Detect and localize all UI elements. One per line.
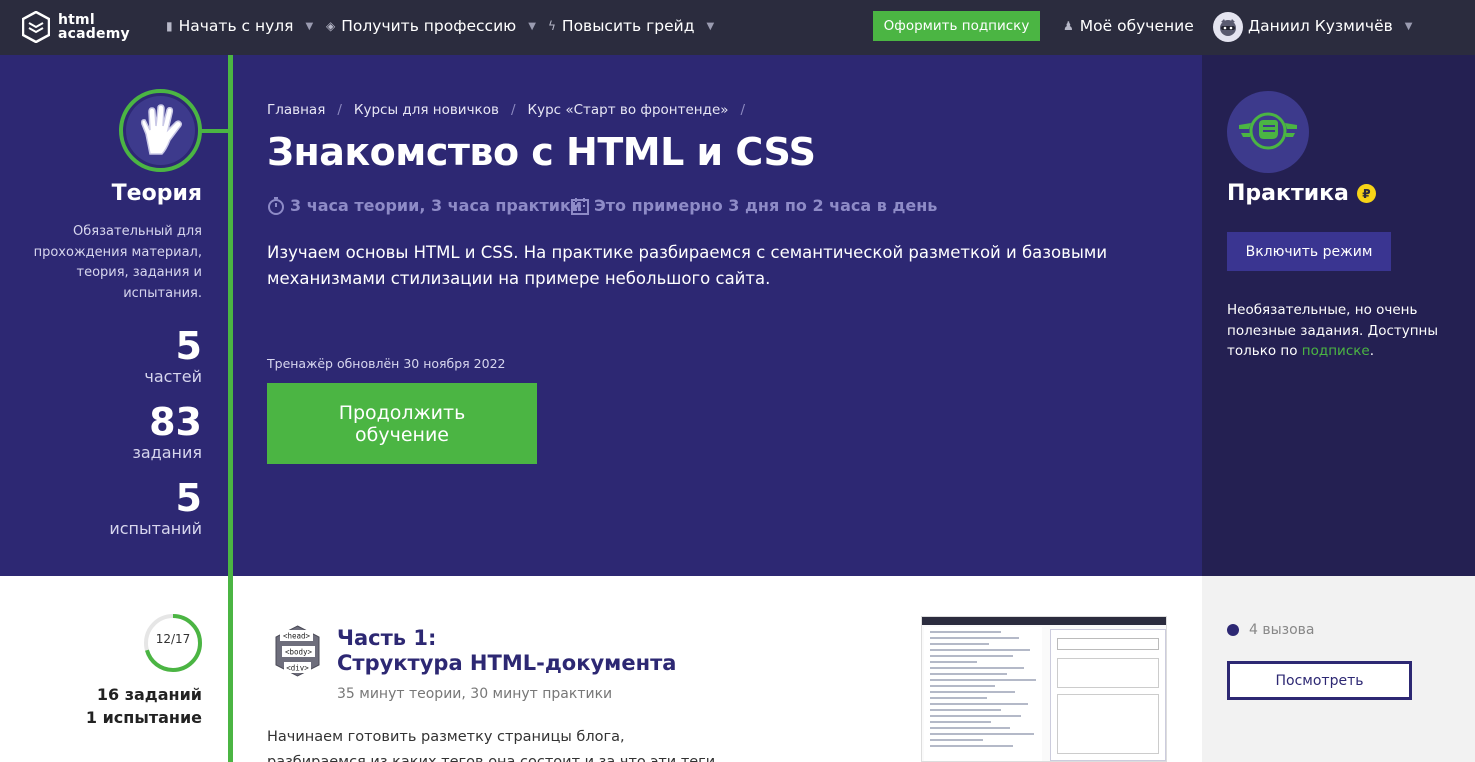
- theory-description: Обязательный для прохождения материал, т…: [33, 224, 202, 301]
- top-navigation: html academy ▮ Начать с нуля ▼ ◈ Получит…: [0, 0, 1475, 55]
- part-duration: 35 минут теории, 30 минут практики: [337, 686, 613, 702]
- part-title-line2: Структура HTML-документа: [337, 651, 677, 675]
- timer-icon: [268, 196, 284, 215]
- user-name: Даниил Кузмичёв: [1248, 17, 1393, 35]
- practice-badge: [1227, 91, 1309, 173]
- logo-icon: [22, 11, 50, 43]
- part-challenges: 4 вызова: [1227, 622, 1315, 638]
- icon-tag-body: <body>: [285, 648, 313, 657]
- practice-description-end: .: [1369, 343, 1374, 359]
- nav-upgrade-grade[interactable]: ϟ Повысить грейд ▼: [548, 17, 714, 35]
- challenge-dot-icon: [1227, 624, 1239, 636]
- calendar-icon: [571, 197, 589, 215]
- badge-connector: [200, 129, 230, 133]
- my-learning-label: Моё обучение: [1079, 17, 1194, 35]
- schedule-text: Это примерно 3 дня по 2 часа в день: [594, 196, 938, 215]
- subscription-link[interactable]: подписке: [1302, 343, 1370, 359]
- breadcrumb-home[interactable]: Главная: [267, 102, 325, 118]
- course-intro: Изучаем основы HTML и CSS. На практике р…: [267, 243, 1108, 288]
- part-stats: 16 заданий 1 испытание: [86, 683, 202, 729]
- nav-label: Начать с нуля: [178, 17, 294, 35]
- chevron-down-icon: ▼: [706, 20, 715, 32]
- user-menu[interactable]: Даниил Кузмичёв ▼: [1248, 17, 1412, 35]
- preview-code-editor: [924, 627, 1042, 761]
- parts-label: частей: [144, 367, 202, 386]
- course-duration: 3 часа теории, 3 часа практики: [267, 196, 582, 215]
- tasks-count: 83: [149, 400, 202, 444]
- progress-timeline: [228, 55, 233, 762]
- nav-label: Повысить грейд: [561, 17, 695, 35]
- updated-date: Тренажёр обновлён 30 ноября 2022: [267, 356, 506, 371]
- nav-get-profession[interactable]: ◈ Получить профессию ▼: [326, 17, 536, 35]
- trials-count: 5: [175, 476, 202, 520]
- fist-icon: [1239, 112, 1297, 150]
- lightning-icon: ϟ: [548, 19, 556, 33]
- raccoon-icon: [1220, 19, 1236, 36]
- parts-count: 5: [175, 324, 202, 368]
- part-progress-text: 12/17: [155, 632, 191, 646]
- icon-tag-head: <head>: [283, 632, 311, 641]
- subscribe-button[interactable]: Оформить подписку: [873, 11, 1040, 41]
- part-description: Начинаем готовить разметку страницы блог…: [267, 729, 716, 762]
- hand-icon: [140, 103, 182, 155]
- html-tags-icon: <head> <body> <div>: [275, 625, 320, 677]
- bar-chart-icon: ▮: [166, 19, 173, 33]
- icon-tag-div: <div>: [286, 664, 309, 673]
- preview-browser: [1050, 629, 1166, 761]
- people-icon: ♟: [1063, 19, 1074, 33]
- coin-icon: ₽: [1356, 184, 1376, 203]
- part-preview-image[interactable]: [921, 616, 1167, 762]
- chevron-down-icon: ▼: [1404, 20, 1413, 32]
- logo[interactable]: html academy: [22, 9, 132, 45]
- breadcrumb-separator: /: [337, 102, 342, 118]
- chevron-down-icon: ▼: [305, 20, 314, 32]
- breadcrumb-course[interactable]: Курс «Старт во фронтенде»: [528, 102, 729, 118]
- continue-learning-button[interactable]: Продолжить обучение: [267, 383, 537, 464]
- challenges-count: 4 вызова: [1249, 622, 1315, 638]
- theory-badge: [119, 89, 202, 172]
- breadcrumb-separator: /: [510, 102, 516, 118]
- tasks-label: задания: [132, 443, 202, 462]
- logo-text: html academy: [58, 12, 130, 42]
- page-title: Знакомство с HTML и CSS: [267, 130, 816, 174]
- breadcrumb: Главная / Курсы для новичков / Курс «Ста…: [267, 102, 757, 118]
- theory-title: Теория: [111, 181, 202, 206]
- nav-start-from-scratch[interactable]: ▮ Начать с нуля ▼: [166, 17, 313, 35]
- practice-title: Практика ₽: [1227, 181, 1376, 206]
- part-trials: 1 испытание: [85, 708, 202, 727]
- part-tasks: 16 заданий: [96, 685, 202, 704]
- practice-description: Необязательные, но очень полезные задани…: [1227, 300, 1447, 362]
- my-learning-link[interactable]: ♟ Моё обучение: [1063, 17, 1194, 35]
- breadcrumb-beginner-courses[interactable]: Курсы для новичков: [354, 102, 499, 118]
- practice-title-text: Практика: [1227, 181, 1349, 206]
- part-title[interactable]: Часть 1: Структура HTML-документа: [337, 626, 676, 676]
- graduation-cap-icon: ◈: [326, 19, 336, 33]
- course-schedule: Это примерно 3 дня по 2 часа в день: [571, 196, 937, 215]
- nav-label: Получить профессию: [341, 17, 517, 35]
- part-title-line1: Часть 1:: [337, 626, 437, 650]
- view-button[interactable]: Посмотреть: [1227, 661, 1412, 700]
- chevron-down-icon: ▼: [528, 20, 536, 32]
- preview-toolbar: [922, 617, 1166, 625]
- enable-mode-button[interactable]: Включить режим: [1227, 232, 1391, 271]
- trials-label: испытаний: [109, 519, 202, 538]
- avatar[interactable]: [1213, 12, 1243, 42]
- duration-text: 3 часа теории, 3 часа практики: [290, 196, 583, 215]
- theory-badge-inner: [126, 96, 195, 165]
- breadcrumb-separator: /: [740, 102, 746, 118]
